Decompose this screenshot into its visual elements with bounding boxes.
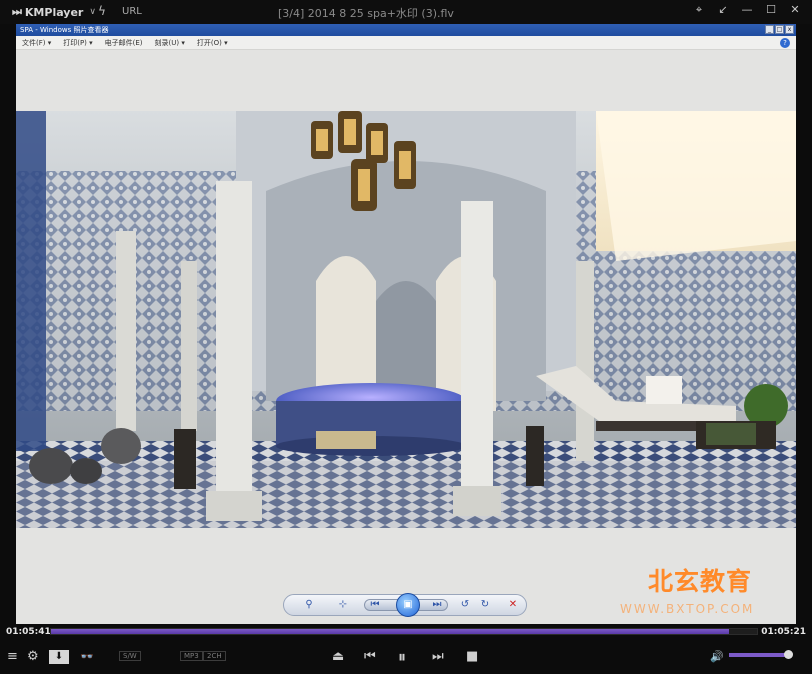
gear-icon[interactable]: ⚙ <box>27 648 39 666</box>
window-controls: ⌖ ↙ — ☐ ✕ <box>692 3 802 17</box>
previous-track-icon[interactable]: ⏮ <box>364 648 376 666</box>
total-time: 01:05:21 <box>761 627 806 637</box>
app-name: KMPlayer <box>24 5 84 19</box>
sw-tag[interactable]: S/W <box>119 651 141 661</box>
volume-icon[interactable]: 🔊 <box>710 648 724 666</box>
rotate-left-icon: ↺ <box>460 599 470 610</box>
viewer-menu-file: 文件(F) ▾ <box>22 39 52 47</box>
volume-slider[interactable] <box>729 650 793 659</box>
viewer-menu-open: 打开(O) ▾ <box>196 39 228 47</box>
minimize-icon[interactable]: — <box>740 3 754 17</box>
watermark-chinese: 北玄教育 <box>648 567 753 596</box>
fit-window-icon: ⊹ <box>338 599 348 610</box>
volume-knob[interactable] <box>783 650 793 659</box>
chevron-down-icon: ∨ <box>89 7 96 17</box>
delete-icon: ✕ <box>508 599 518 610</box>
viewer-title-bar: SPA - Windows 照片查看器 _ □ x <box>16 24 796 36</box>
control-bar: ≡ ⚙ ⬇ 👓 S/W MP3 2CH ⏏ ⏮ ⏸ ⏭ ■ 🔊 <box>0 642 812 674</box>
slideshow-icon: ▣ <box>396 593 420 617</box>
viewer-toolbar: ⚲ ⊹ ⏮ ⏭ ▣ ↺ ↻ ✕ <box>283 593 527 617</box>
viewer-menu-email: 电子邮件(E) <box>104 39 143 47</box>
bolt-icon[interactable]: ϟ <box>98 4 106 18</box>
audio-codec-tag: MP3 <box>180 651 203 661</box>
stop-icon[interactable]: ■ <box>466 648 478 666</box>
close-icon[interactable]: ✕ <box>788 3 802 17</box>
kmplayer-logo-icon: ⏭ <box>12 5 22 18</box>
download-icon[interactable]: ⬇ <box>49 650 69 664</box>
playlist-icon[interactable]: ≡ <box>7 648 18 666</box>
viewer-maximize-icon: □ <box>775 25 784 34</box>
viewer-menu-burn: 刻录(U) ▾ <box>154 39 185 47</box>
next-track-icon[interactable]: ⏭ <box>432 648 444 666</box>
audio-channels-tag: 2CH <box>203 651 226 661</box>
kmplayer-menu-button[interactable]: ⏭ KMPlayer ∨ <box>12 5 96 19</box>
seek-slider[interactable] <box>50 628 758 635</box>
viewer-minimize-icon: _ <box>765 25 774 34</box>
pin-icon[interactable]: ⌖ <box>692 3 706 17</box>
spa-interior-image <box>16 111 796 528</box>
eject-icon[interactable]: ⏏ <box>332 648 344 666</box>
viewer-title: SPA - Windows 照片查看器 <box>20 26 109 34</box>
seek-progress <box>51 629 729 634</box>
zoom-icon: ⚲ <box>305 599 313 610</box>
title-bar: ⏭ KMPlayer ∨ ϟ URL [3/4] 2014 8 25 spa+水… <box>0 0 812 24</box>
maximize-icon[interactable]: ☐ <box>764 3 778 17</box>
seek-bar: 01:05:41 01:05:21 <box>0 624 812 642</box>
vr-glasses-icon[interactable]: 👓 <box>80 648 94 666</box>
volume-level <box>729 653 788 657</box>
viewer-menu-bar: 文件(F) ▾ 打印(P) ▾ 电子邮件(E) 刻录(U) ▾ 打开(O) ▾ <box>16 36 796 50</box>
viewer-close-icon: x <box>785 25 794 34</box>
previous-icon: ⏮ <box>370 599 380 610</box>
watermark-url: WWW.BXTOP.COM <box>620 602 755 616</box>
help-icon: ? <box>780 38 790 48</box>
pause-icon[interactable]: ⏸ <box>398 648 406 666</box>
url-button[interactable]: URL <box>122 6 142 17</box>
mini-mode-icon[interactable]: ↙ <box>716 3 730 17</box>
rotate-right-icon: ↻ <box>480 599 490 610</box>
current-time: 01:05:41 <box>6 627 51 637</box>
window-title: [3/4] 2014 8 25 spa+水印 (3).flv <box>278 7 454 20</box>
viewer-menu-print: 打印(P) ▾ <box>63 39 93 47</box>
next-icon: ⏭ <box>432 599 442 610</box>
video-area[interactable]: SPA - Windows 照片查看器 _ □ x 文件(F) ▾ 打印(P) … <box>16 24 796 624</box>
